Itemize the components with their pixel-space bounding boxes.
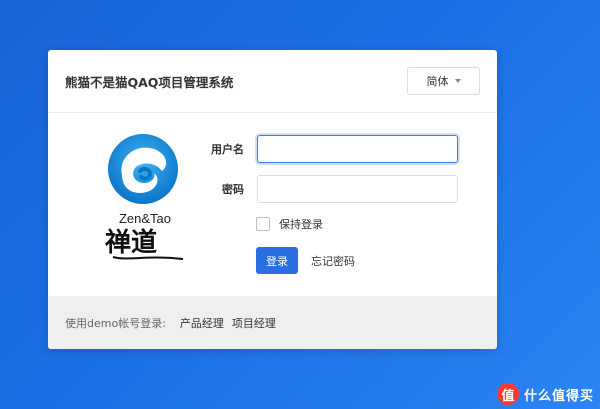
login-header: 熊猫不是猫QAQ项目管理系统 简体	[48, 50, 497, 113]
watermark: 值 什么值得买	[496, 383, 594, 405]
password-input[interactable]	[257, 175, 458, 203]
login-body: Zen&Tao 禅道 用户名 密码 保持登录 登录 忘记密码	[48, 113, 497, 295]
login-button[interactable]: 登录	[256, 247, 298, 274]
login-actions: 登录 忘记密码	[256, 247, 355, 274]
username-row: 用户名	[198, 135, 458, 163]
logo-brand-text: Zen&Tao	[118, 211, 172, 226]
demo-account-product-manager[interactable]: 产品经理	[180, 315, 224, 331]
demo-account-project-manager[interactable]: 项目经理	[232, 315, 276, 331]
password-row: 密码	[198, 175, 458, 203]
system-title: 熊猫不是猫QAQ项目管理系统	[65, 74, 234, 90]
remember-me[interactable]: 保持登录	[256, 216, 323, 232]
chevron-down-icon	[454, 79, 461, 83]
language-select[interactable]: 简体	[407, 67, 480, 95]
username-input[interactable]	[257, 135, 458, 163]
forgot-password-link[interactable]: 忘记密码	[311, 253, 355, 269]
login-card: 熊猫不是猫QAQ项目管理系统 简体 Zen&Tao 禅道 用户名 密码 保持登录…	[48, 50, 497, 349]
svg-text:禅道: 禅道	[104, 227, 157, 258]
language-label: 简体	[426, 75, 449, 88]
demo-footer: 使用demo帐号登录: 产品经理 项目经理	[48, 296, 497, 349]
watermark-text: 什么值得买	[523, 388, 594, 404]
username-label: 用户名	[211, 143, 244, 156]
demo-label: 使用demo帐号登录:	[65, 316, 166, 330]
remember-label: 保持登录	[279, 218, 323, 231]
logo-calligraphy: 禅道	[104, 227, 184, 260]
password-label: 密码	[222, 183, 244, 196]
watermark-logo-icon: 值	[496, 383, 519, 405]
remember-checkbox[interactable]	[256, 217, 270, 231]
